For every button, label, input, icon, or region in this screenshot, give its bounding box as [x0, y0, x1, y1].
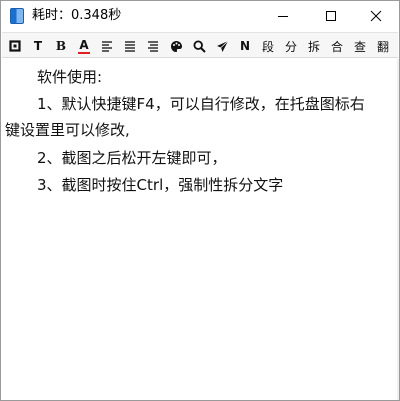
font-color-underline [78, 51, 90, 54]
bold-icon: B [55, 39, 67, 53]
font-color-button[interactable]: A [74, 35, 94, 57]
close-button[interactable] [353, 1, 399, 31]
content-line: 1、默认快捷键F4，可以自行修改，在托盘图标右 [37, 95, 365, 113]
search-icon [192, 39, 206, 53]
minimize-button[interactable] [260, 1, 306, 31]
align-left-button[interactable] [97, 35, 117, 57]
scrollbar-track[interactable] [397, 59, 399, 400]
content-line: 软件使用: [37, 68, 103, 86]
text-T-icon: T [33, 39, 43, 53]
title-bar[interactable]: 耗时：0.348秒 [1, 1, 399, 31]
text-button[interactable]: T [28, 35, 48, 57]
content-line: 2、截图之后松开左键即可， [37, 149, 227, 167]
maximize-icon [326, 11, 336, 21]
maximize-button[interactable] [308, 1, 354, 31]
segment-button[interactable]: 段 [258, 35, 278, 57]
search-button[interactable] [189, 35, 209, 57]
merge-button[interactable]: 合 [327, 35, 347, 57]
align-left-icon [102, 41, 112, 52]
font-color-icon: A [79, 37, 89, 52]
app-window: 耗时：0.348秒 T B A N 段 分 拆 合 查 翻 软件使用: 1、默认… [0, 0, 400, 401]
app-icon [10, 8, 24, 24]
split-button[interactable]: 分 [281, 35, 301, 57]
n-button[interactable]: N [235, 35, 255, 57]
bold-button[interactable]: B [51, 35, 71, 57]
frame-icon [9, 40, 21, 52]
send-icon [216, 40, 228, 52]
frame-button[interactable] [5, 35, 25, 57]
align-right-button[interactable] [143, 35, 163, 57]
separate-button[interactable]: 拆 [304, 35, 324, 57]
content-line: 3、截图时按住Ctrl，强制性拆分文字 [37, 176, 284, 194]
lookup-button[interactable]: 查 [350, 35, 370, 57]
align-center-button[interactable] [120, 35, 140, 57]
window-title: 耗时：0.348秒 [32, 8, 122, 23]
minimize-icon [278, 16, 288, 17]
N-icon: N [239, 39, 251, 53]
palette-button[interactable] [166, 35, 186, 57]
align-center-icon [125, 41, 135, 52]
palette-icon [170, 40, 182, 52]
translate-button[interactable]: 翻 [373, 35, 393, 57]
send-button[interactable] [212, 35, 232, 57]
text-area[interactable]: 软件使用: 1、默认快捷键F4，可以自行修改，在托盘图标右 键设置里可以修改, … [2, 59, 398, 400]
align-right-icon [148, 41, 158, 52]
toolbar: T B A N 段 分 拆 合 查 翻 [2, 32, 398, 58]
close-icon [370, 10, 382, 22]
content-line: 键设置里可以修改, [5, 121, 130, 139]
